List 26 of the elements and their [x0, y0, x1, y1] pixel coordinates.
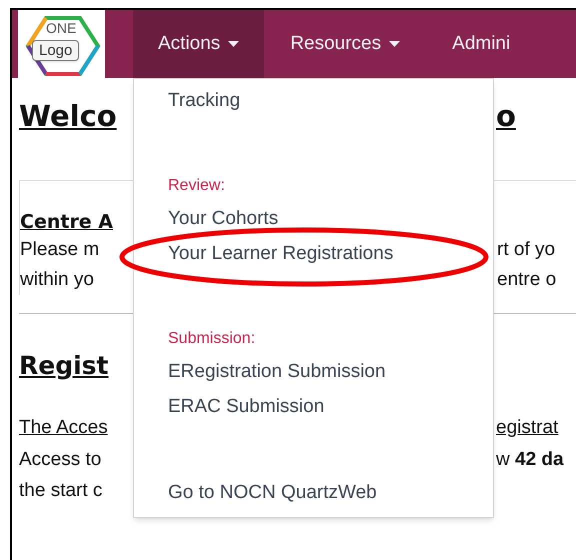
paragraph-text: within yo: [20, 269, 94, 290]
nav-tab[interactable]: Actions: [133, 10, 264, 78]
nav-tab[interactable]: Admini: [426, 10, 536, 78]
section-heading: Regist: [19, 351, 109, 380]
page-heading: o: [496, 98, 516, 134]
menu-item[interactable]: Go to NOCN QuartzWeb: [168, 479, 377, 508]
menu-section-label: Submission:: [168, 329, 256, 349]
page-heading: Welco: [19, 99, 117, 133]
menu-section-label: Review:: [168, 176, 225, 196]
logo-label: Logo: [32, 40, 80, 61]
menu-item[interactable]: Tracking: [168, 87, 240, 116]
menu-item[interactable]: ERegistration Submission: [168, 358, 386, 387]
paragraph-text: Please m: [20, 239, 100, 260]
paragraph-text: entre o: [497, 268, 556, 292]
paragraph-text: rt of yo: [497, 238, 556, 262]
logo[interactable]: ONE Logo: [18, 10, 105, 78]
nav-tab[interactable]: Resources: [264, 10, 426, 78]
menu-item[interactable]: Your Cohorts: [168, 205, 278, 234]
link-text: The Acces: [19, 417, 108, 438]
paragraph-text: the start c: [19, 480, 102, 501]
link-text: egistrat: [496, 416, 558, 440]
logo-text: ONE: [46, 20, 76, 36]
paragraph-text: Access to: [19, 449, 102, 470]
section-heading: Centre A: [20, 211, 114, 233]
paragraph-text: w 42 da: [496, 448, 564, 472]
menu-item[interactable]: ERAC Submission: [168, 393, 324, 422]
